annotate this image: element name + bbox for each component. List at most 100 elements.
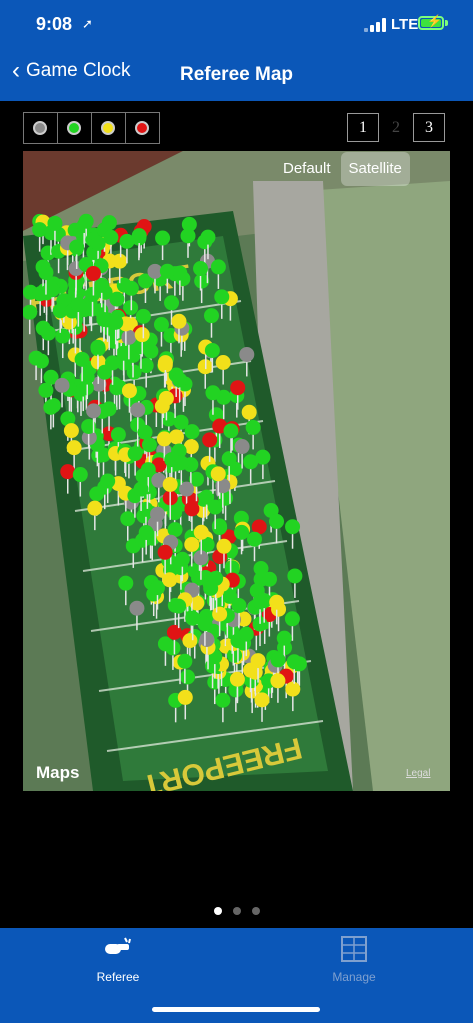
map-pin <box>138 525 154 541</box>
map-pin <box>284 611 300 627</box>
map-pin <box>135 308 151 324</box>
map-pin <box>141 437 157 453</box>
map-pin <box>270 652 286 668</box>
map-pin <box>205 385 221 401</box>
maps-attribution-label: Maps <box>36 763 80 782</box>
gray-dot-icon <box>33 121 47 135</box>
map-pin <box>200 229 216 245</box>
legal-link[interactable]: Legal <box>406 768 430 779</box>
map-pin <box>157 544 173 560</box>
map-pin <box>118 575 134 591</box>
map-pin <box>134 327 150 343</box>
page-indicator[interactable] <box>0 907 473 915</box>
map-pin <box>171 598 187 614</box>
yellow-dot-icon <box>101 121 115 135</box>
maps-attribution: Maps <box>36 763 79 783</box>
satellite-imagery: FREEPORT FREEPORT <box>23 151 450 791</box>
map-pin <box>121 329 137 345</box>
map-pin <box>100 473 116 489</box>
map-pin <box>184 501 200 517</box>
status-time: 9:08 <box>36 14 73 34</box>
map-pin <box>127 446 143 462</box>
map-pin <box>203 308 219 324</box>
period-1-button[interactable]: 1 <box>347 113 379 142</box>
map-pin <box>286 654 302 670</box>
map-pin <box>261 571 277 587</box>
tab-manage-label: Manage <box>332 970 376 984</box>
map-pin <box>129 600 145 616</box>
carrier-label: LTE <box>391 16 419 33</box>
period-selector: 1 2 3 <box>347 113 445 142</box>
map-pin <box>182 633 198 649</box>
map-pin <box>44 282 60 298</box>
page-dot-3 <box>251 907 260 915</box>
map-pin <box>285 681 301 697</box>
map-pin <box>103 229 119 245</box>
map-pin <box>212 606 228 622</box>
map-pin <box>105 355 121 371</box>
color-filter-bar <box>23 112 160 144</box>
map-type-toggle: Default Satellite <box>275 152 410 186</box>
map-pin <box>164 295 180 311</box>
map-pin <box>70 297 86 313</box>
battery-tip <box>445 20 448 26</box>
map-pin <box>250 653 266 669</box>
map-pin <box>140 462 156 478</box>
map-pin <box>184 536 200 552</box>
map-satellite-option[interactable]: Satellite <box>340 152 410 186</box>
filter-gray-button[interactable] <box>24 113 58 143</box>
map-pin <box>156 431 172 447</box>
map-pin <box>167 505 183 521</box>
map-pin <box>55 328 71 344</box>
map-pin <box>74 351 90 367</box>
map-pin <box>180 669 196 685</box>
map-pin <box>234 524 250 540</box>
map-pin <box>166 624 182 640</box>
map-pin <box>63 423 79 439</box>
filter-green-button[interactable] <box>58 113 92 143</box>
red-dot-icon <box>135 121 149 135</box>
map-pin <box>87 500 103 516</box>
tab-manage[interactable]: Manage <box>294 928 414 993</box>
home-indicator <box>152 1007 320 1012</box>
map-pin <box>215 692 231 708</box>
map-pin <box>177 689 193 705</box>
map-pin <box>38 382 54 398</box>
map-pin <box>269 513 285 529</box>
map-pin <box>221 451 237 467</box>
map-pin <box>269 594 285 610</box>
map-view[interactable]: FREEPORT FREEPORT <box>23 151 450 791</box>
map-pin <box>150 506 166 522</box>
map-pin <box>153 317 169 333</box>
map-pin <box>89 486 105 502</box>
map-pin <box>157 355 173 371</box>
filter-yellow-button[interactable] <box>92 113 126 143</box>
map-pin <box>254 692 270 708</box>
map-pin <box>239 346 255 362</box>
map-pin <box>133 481 149 497</box>
map-default-option[interactable]: Default <box>275 152 339 186</box>
map-pin <box>193 524 209 540</box>
filter-red-button[interactable] <box>126 113 159 143</box>
map-pin <box>204 342 220 358</box>
page-dot-1 <box>213 907 222 915</box>
map-pin <box>177 653 193 669</box>
map-pin <box>246 531 262 547</box>
map-pin <box>174 551 190 567</box>
map-pin <box>197 616 213 632</box>
map-pin <box>159 263 175 279</box>
tab-referee[interactable]: Referee <box>58 928 178 993</box>
map-pin <box>66 440 82 456</box>
map-pin <box>32 222 48 238</box>
map-pin <box>285 519 301 535</box>
map-pin <box>54 377 70 393</box>
map-pin <box>164 452 180 468</box>
period-2-button[interactable]: 2 <box>380 113 412 142</box>
period-3-button[interactable]: 3 <box>413 113 445 142</box>
map-pin <box>38 265 54 281</box>
green-dot-icon <box>67 121 81 135</box>
map-pin <box>172 372 188 388</box>
map-pin <box>162 572 178 588</box>
map-pin <box>216 538 232 554</box>
status-bar: 9:08 ➚ LTE ⚡ <box>0 0 473 50</box>
